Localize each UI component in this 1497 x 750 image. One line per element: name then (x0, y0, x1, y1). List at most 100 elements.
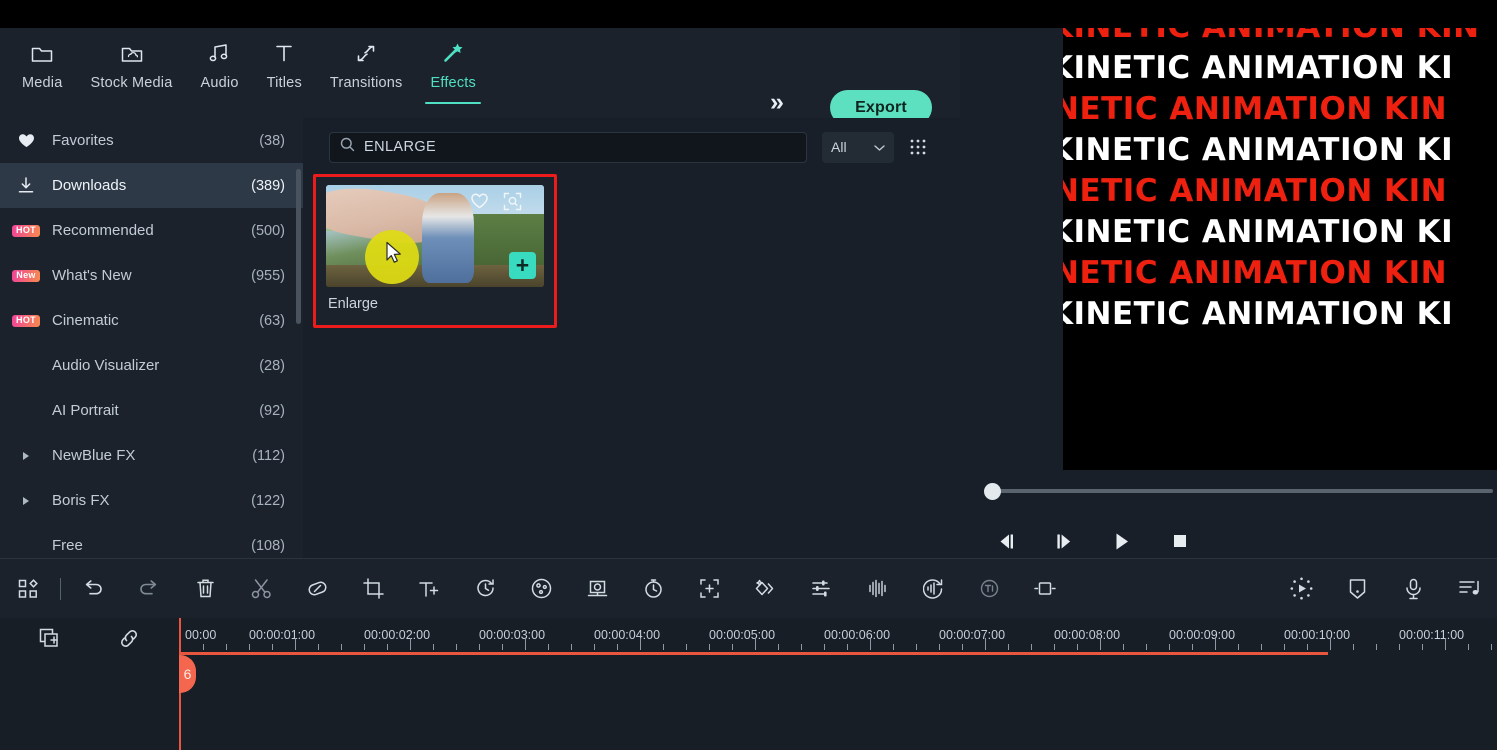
sidebar-item-whats-new[interactable]: New What's New (955) (0, 253, 303, 298)
sidebar-item-ai-portrait[interactable]: AI Portrait (92) (0, 388, 303, 433)
tab-effects[interactable]: Effects (416, 28, 489, 118)
text-to-speech-icon[interactable] (961, 559, 1017, 619)
video-editor-window: Media Stock Media Audio Titles Transitio (0, 0, 1497, 750)
play-button[interactable] (1108, 528, 1136, 554)
ruler-label: 00:00:04:00 (594, 628, 661, 642)
sliders-icon[interactable] (793, 559, 849, 619)
search-box[interactable] (329, 131, 807, 163)
audio-list-icon[interactable] (1441, 559, 1497, 619)
stop-button[interactable] (1166, 528, 1194, 554)
sidebar-item-whats-new-count: (955) (251, 267, 285, 284)
new-badge-wrap: New (0, 269, 52, 282)
effects-category-sidebar[interactable]: Favorites (38) Downloads (389) HOT Recom… (0, 118, 303, 558)
heart-icon (0, 133, 52, 148)
sidebar-item-boris-fx-count: (122) (251, 492, 285, 509)
browser-toolbar: All (329, 122, 949, 172)
trash-icon[interactable] (177, 559, 233, 619)
sidebar-item-cinematic-label: Cinematic (52, 312, 119, 329)
color-wheel-icon[interactable] (513, 559, 569, 619)
speed-clock-icon[interactable] (457, 559, 513, 619)
add-effect-button[interactable]: + (509, 252, 536, 279)
sidebar-item-audio-visualizer[interactable]: Audio Visualizer (28) (0, 343, 303, 388)
timeline-toolbar (0, 558, 1497, 618)
preview-frame-icon[interactable] (503, 192, 522, 216)
keyframe-plus-icon[interactable] (681, 559, 737, 619)
tab-audio[interactable]: Audio (187, 28, 253, 118)
stopwatch-icon[interactable] (625, 559, 681, 619)
new-badge: New (12, 269, 40, 282)
search-input[interactable] (364, 139, 796, 155)
sidebar-item-favorites-count: (38) (259, 132, 285, 149)
filter-select[interactable]: All (822, 131, 894, 163)
chevron-down-icon (874, 139, 885, 155)
sidebar-item-favorites[interactable]: Favorites (38) (0, 118, 303, 163)
effects-diamond-icon[interactable] (737, 559, 793, 619)
scissors-icon[interactable] (233, 559, 289, 619)
canvas-text-line: INETIC ANIMATION KIN (1063, 91, 1448, 127)
seek-bar[interactable] (960, 480, 1497, 514)
ruler-label: 00:00:02:00 (364, 628, 431, 642)
tab-media[interactable]: Media (8, 28, 77, 118)
text-plus-icon[interactable] (401, 559, 457, 619)
sidebar-item-newblue-fx-label: NewBlue FX (52, 447, 136, 464)
audio-waveform-icon[interactable] (849, 559, 905, 619)
sidebar-item-newblue-fx[interactable]: NewBlue FX (112) (0, 433, 303, 478)
sidebar-item-recommended-label: Recommended (52, 222, 154, 239)
title-bar-strip (0, 0, 1497, 28)
sidebar-item-cinematic[interactable]: HOT Cinematic (63) (0, 298, 303, 343)
undo-icon[interactable] (65, 559, 121, 619)
download-icon (0, 177, 52, 194)
grid-view-icon[interactable] (909, 138, 927, 156)
canvas-text-line: KINETIC ANIMATION KI (1063, 132, 1454, 168)
microphone-icon[interactable] (1385, 559, 1441, 619)
heart-outline-icon[interactable] (470, 192, 489, 214)
canvas-text-line: INETIC ANIMATION KIN (1063, 255, 1448, 291)
render-preview-icon[interactable] (1273, 559, 1329, 619)
preview-panel: KINETIC ANIMATION KIN KINETIC ANIMATION … (960, 28, 1497, 558)
seek-track[interactable] (988, 489, 1493, 493)
text-t-icon (274, 40, 294, 66)
timeline-ruler[interactable]: 00:00 00:00:01:00 00:00:02:00 00:00:03:0… (180, 618, 1497, 656)
ruler-label: 00:00:07:00 (939, 628, 1006, 642)
sidebar-item-boris-fx[interactable]: Boris FX (122) (0, 478, 303, 523)
sidebar-item-downloads[interactable]: Downloads (389) (0, 163, 303, 324)
chevron-right-icon[interactable] (0, 451, 52, 460)
tab-transitions[interactable]: Transitions (316, 28, 417, 118)
tab-stock-media[interactable]: Stock Media (77, 28, 187, 118)
previous-frame-button[interactable] (992, 528, 1020, 554)
ruler-label: 00:00:10:00 (1284, 628, 1351, 642)
sidebar-item-boris-fx-label: Boris FX (52, 492, 110, 509)
sidebar-item-ai-portrait-label: AI Portrait (52, 402, 119, 419)
audio-ducking-icon[interactable] (905, 559, 961, 619)
ruler-label: 00:00:06:00 (824, 628, 891, 642)
chevron-right-icon-2[interactable] (0, 496, 52, 505)
crop-icon[interactable] (345, 559, 401, 619)
folder-icon (31, 40, 53, 66)
sidebar-item-recommended[interactable]: HOT Recommended (500) (0, 208, 303, 253)
tab-titles[interactable]: Titles (253, 28, 316, 118)
green-screen-icon[interactable] (569, 559, 625, 619)
video-canvas[interactable]: KINETIC ANIMATION KIN KINETIC ANIMATION … (1063, 28, 1497, 470)
canvas-text-line: KINETIC ANIMATION KI (1063, 50, 1454, 86)
next-frame-button[interactable] (1050, 528, 1078, 554)
active-tab-underline (425, 102, 482, 104)
tab-stock-media-label: Stock Media (90, 75, 173, 91)
silence-detect-icon[interactable] (1017, 559, 1073, 619)
sidebar-item-downloads-count: (389) (251, 177, 285, 194)
redo-icon[interactable] (121, 559, 177, 619)
seek-handle[interactable] (984, 483, 1001, 500)
canvas-text-line: KINETIC ANIMATION KI (1063, 296, 1454, 332)
link-icon[interactable] (117, 627, 141, 649)
tag-icon[interactable] (289, 559, 345, 619)
ruler-label: 00:00:08:00 (1054, 628, 1121, 642)
sidebar-item-recommended-count: (500) (251, 222, 285, 239)
more-tabs-button[interactable]: » (770, 90, 784, 115)
timeline-tracks-area[interactable] (0, 656, 1497, 750)
effect-card-enlarge[interactable]: + Enlarge (313, 174, 557, 328)
thumbnail-person (421, 193, 475, 283)
marker-shield-icon[interactable] (1329, 559, 1385, 619)
sidebar-item-newblue-fx-count: (112) (252, 447, 285, 464)
add-media-icon[interactable] (38, 627, 62, 649)
layout-grid-icon[interactable] (0, 559, 56, 619)
sidebar-item-free[interactable]: Free (108) (0, 523, 303, 558)
